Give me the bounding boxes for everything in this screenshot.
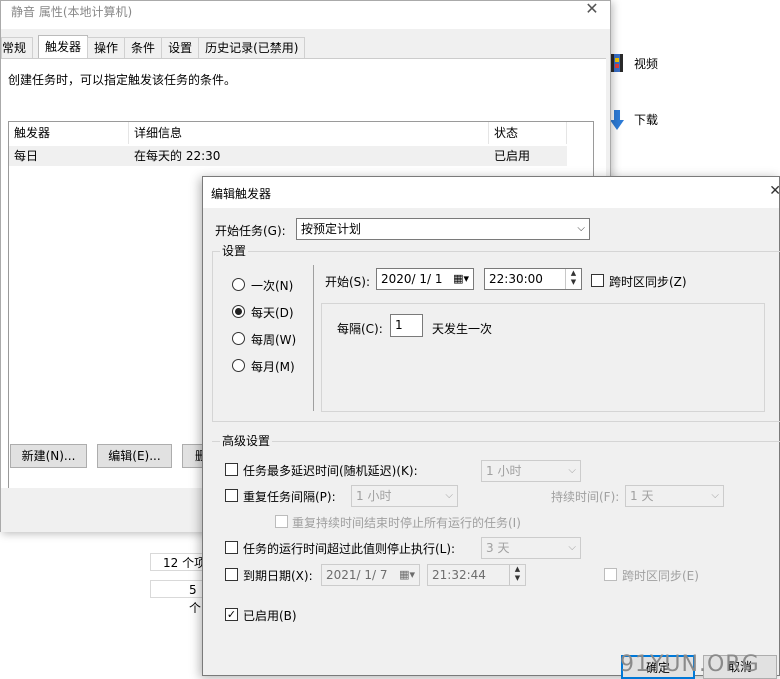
recurrence-box <box>321 303 765 412</box>
stop-longer-select[interactable]: 3 天 ⌵ <box>481 537 581 559</box>
explorer-item-videos[interactable]: 视频 <box>610 52 658 74</box>
explorer-status-count-2: 5 个 <box>150 580 210 615</box>
expire-date-picker[interactable]: 2021/ 1/ 7 ▦▾ <box>321 564 420 586</box>
expire-checkbox[interactable] <box>225 568 238 581</box>
cell-detail: 在每天的 22:30 <box>134 149 221 163</box>
sync-timezone-checkbox[interactable] <box>591 274 604 287</box>
dialog-title-bar: 编辑触发器 ✕ <box>203 177 780 208</box>
radio-monthly[interactable] <box>232 359 245 372</box>
props-tab-bar: 常规 触发器 操作 条件 设置 历史记录(已禁用) <box>1 35 306 59</box>
explorer-item-downloads[interactable]: 下载 <box>610 108 658 130</box>
props-title: 静音 属性(本地计算机) <box>11 5 133 19</box>
expire-time-input[interactable]: 21:32:44 ▲ ▼ <box>427 564 526 586</box>
tab-general[interactable]: 常规 <box>1 37 34 58</box>
spinner-icon[interactable]: ▲ ▼ <box>509 565 525 585</box>
delay-select[interactable]: 1 小时 ⌵ <box>481 460 581 482</box>
duration-value: 1 天 <box>630 489 654 503</box>
duration-select[interactable]: 1 天 ⌵ <box>625 485 724 507</box>
every-suffix-label: 天发生一次 <box>432 322 493 336</box>
column-header-status[interactable]: 状态 <box>489 122 567 144</box>
stop-longer-checkbox[interactable] <box>225 541 238 554</box>
column-header-trigger[interactable]: 触发器 <box>9 122 129 144</box>
download-arrow-icon <box>610 110 624 130</box>
edit-trigger-button[interactable]: 编辑(E)... <box>97 444 172 468</box>
enabled-label: 已启用(B) <box>243 609 297 623</box>
repeat-select[interactable]: 1 小时 ⌵ <box>351 485 458 507</box>
stop-repeat-checkbox[interactable] <box>275 515 288 528</box>
expire-sync-checkbox[interactable] <box>604 568 617 581</box>
radio-daily-label: 每天(D) <box>251 306 294 320</box>
delay-checkbox[interactable] <box>225 463 238 476</box>
repeat-value: 1 小时 <box>356 489 392 503</box>
expire-date-value: 2021/ 1/ 7 <box>326 568 388 582</box>
watermark: 91YUN.ORG <box>620 652 760 677</box>
tab-history[interactable]: 历史记录(已禁用) <box>198 37 306 58</box>
new-trigger-button[interactable]: 新建(N)... <box>10 444 87 468</box>
delay-value: 1 小时 <box>486 464 522 478</box>
settings-group-label: 设置 <box>220 242 249 259</box>
radio-monthly-label: 每月(M) <box>251 360 295 374</box>
stop-longer-value: 3 天 <box>486 541 510 555</box>
close-icon[interactable]: ✕ <box>769 183 780 199</box>
table-row[interactable]: 每日 在每天的 22:30 已启用 <box>9 146 567 166</box>
tab-actions[interactable]: 操作 <box>87 37 126 58</box>
start-date-picker[interactable]: 2020/ 1/ 1 ▦▾ <box>376 268 474 290</box>
stop-repeat-label: 重复持续时间结束时停止所有运行的任务(I) <box>292 516 521 530</box>
start-label: 开始(S): <box>325 275 371 289</box>
explorer-item-label: 下载 <box>634 112 659 127</box>
calendar-dropdown-icon: ▦▾ <box>399 568 415 581</box>
every-days-input[interactable]: 1 <box>390 314 423 337</box>
stop-longer-label: 任务的运行时间超过此值则停止执行(L): <box>243 542 456 556</box>
spinner-icon[interactable]: ▲ ▼ <box>565 269 581 289</box>
expire-sync-label: 跨时区同步(E) <box>622 569 699 583</box>
film-icon <box>611 54 623 72</box>
calendar-dropdown-icon: ▦▾ <box>453 272 469 285</box>
explorer-item-label: 视频 <box>634 56 659 71</box>
every-label: 每隔(C): <box>337 322 383 336</box>
duration-label: 持续时间(F): <box>551 490 620 504</box>
radio-daily[interactable] <box>232 305 245 318</box>
repeat-label: 重复任务间隔(P): <box>243 490 336 504</box>
radio-weekly-label: 每周(W) <box>251 333 297 347</box>
explorer-status-count: 12 个项 <box>150 553 210 571</box>
chevron-down-icon: ⌵ <box>568 465 576 476</box>
enabled-checkbox[interactable]: ✓ <box>225 608 238 621</box>
expire-time-value: 21:32:44 <box>432 568 486 582</box>
triggers-description: 创建任务时，可以指定触发该任务的条件。 <box>8 73 237 87</box>
begin-task-value: 按预定计划 <box>301 222 362 236</box>
close-icon[interactable]: ✕ <box>582 0 602 19</box>
settings-divider <box>313 265 314 411</box>
edit-trigger-dialog: 编辑触发器 ✕ 开始任务(G): 按预定计划 ⌵ 设置 一次(N) 每天(D) … <box>202 176 780 679</box>
expire-label: 到期日期(X): <box>243 569 313 583</box>
radio-once-label: 一次(N) <box>251 279 294 293</box>
begin-task-select[interactable]: 按预定计划 ⌵ <box>296 218 590 240</box>
sync-timezone-label: 跨时区同步(Z) <box>609 275 687 289</box>
chevron-down-icon: ⌵ <box>711 490 719 501</box>
start-time-input[interactable]: 22:30:00 ▲ ▼ <box>484 268 582 290</box>
radio-weekly[interactable] <box>232 332 245 345</box>
chevron-down-icon: ⌵ <box>568 542 576 553</box>
advanced-group-label: 高级设置 <box>220 432 273 449</box>
chevron-down-icon: ⌵ <box>577 223 585 234</box>
column-header-detail[interactable]: 详细信息 <box>129 122 489 144</box>
start-date-value: 2020/ 1/ 1 <box>381 272 443 286</box>
chevron-down-icon: ⌵ <box>445 490 453 501</box>
repeat-checkbox[interactable] <box>225 489 238 502</box>
begin-task-label: 开始任务(G): <box>215 224 286 238</box>
tab-conditions[interactable]: 条件 <box>124 37 163 58</box>
tab-settings[interactable]: 设置 <box>161 37 200 58</box>
radio-once[interactable] <box>232 278 245 291</box>
delay-label: 任务最多延迟时间(随机延迟)(K): <box>243 464 418 478</box>
cell-trigger: 每日 <box>14 149 39 163</box>
cell-status: 已启用 <box>494 149 531 163</box>
props-title-bar: 静音 属性(本地计算机) ✕ <box>1 0 610 29</box>
start-time-value: 22:30:00 <box>489 272 543 286</box>
dialog-title: 编辑触发器 <box>211 187 272 201</box>
tab-triggers[interactable]: 触发器 <box>38 35 89 58</box>
